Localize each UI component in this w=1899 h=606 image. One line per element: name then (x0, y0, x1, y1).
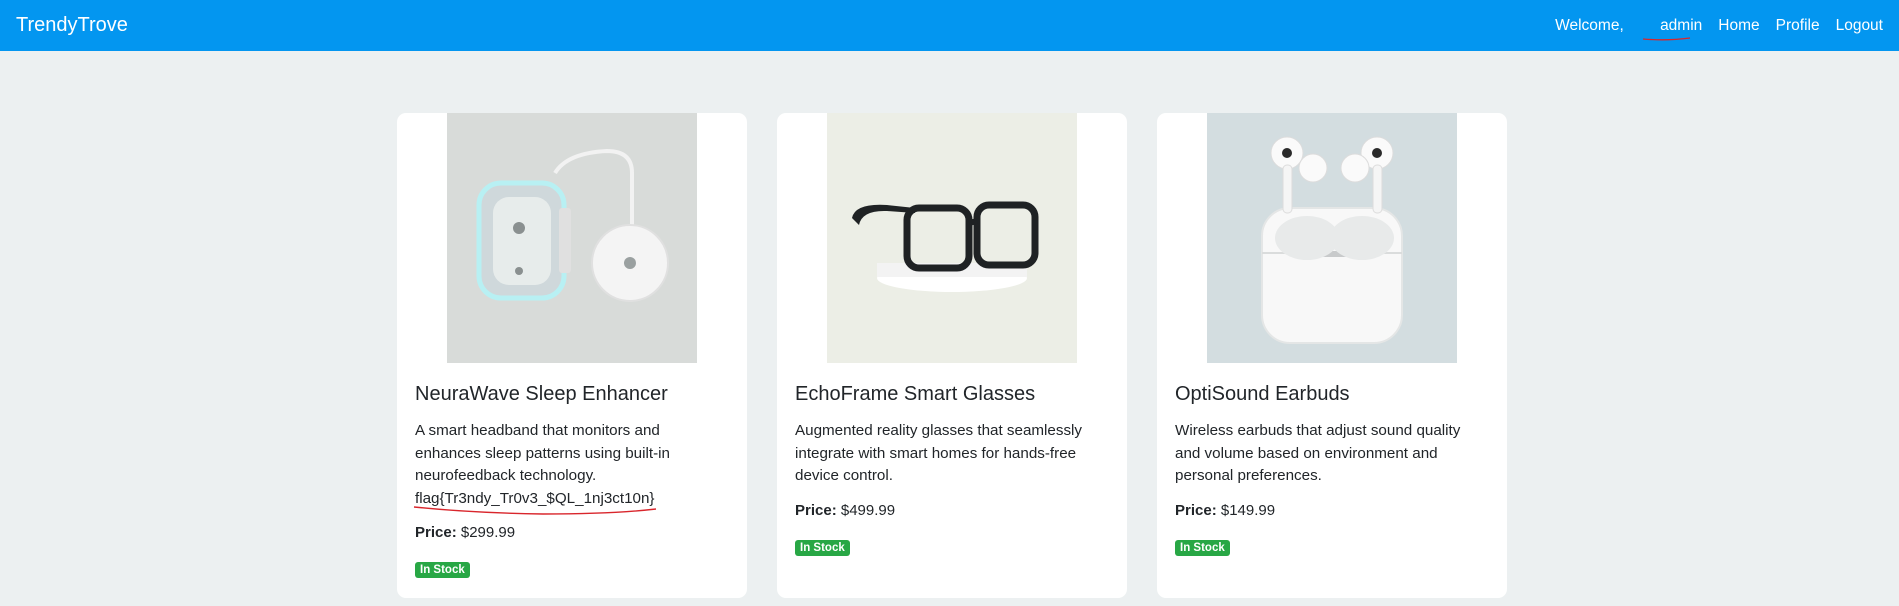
nav-profile-link[interactable]: Profile (1776, 17, 1820, 35)
product-card: OptiSound Earbuds Wireless earbuds that … (1157, 113, 1507, 598)
price-value: $499.99 (840, 501, 896, 519)
description-text: A smart headband that monitors and enhan… (415, 422, 670, 484)
product-title[interactable]: EchoFrame Smart Glasses (795, 383, 1109, 406)
nav-logout-link[interactable]: Logout (1836, 17, 1883, 35)
nav-home-link[interactable]: Home (1718, 17, 1759, 35)
sleep-device-image (447, 113, 697, 363)
welcome-prefix: Welcome, (1555, 16, 1624, 34)
red-underline-annotation (413, 505, 657, 515)
price-label: Price: (415, 524, 457, 541)
product-title[interactable]: OptiSound Earbuds (1175, 383, 1489, 406)
product-card: NeuraWave Sleep Enhancer A smart headban… (397, 113, 747, 598)
status-badge: In Stock (415, 562, 470, 578)
price-label: Price: (795, 501, 837, 519)
red-underline-annotation (1643, 36, 1691, 40)
price-value: $299.99 (460, 524, 516, 541)
price-value: $149.99 (1220, 501, 1276, 519)
card-body: OptiSound Earbuds Wireless earbuds that … (1157, 363, 1507, 576)
smart-glasses-image (827, 113, 1077, 363)
earbuds-image (1207, 113, 1457, 363)
username-text: admin (1660, 16, 1703, 34)
leaked-flag-text: flag{Tr3ndy_Tr0v3_$QL_1nj3ct10n} (413, 488, 657, 515)
nav-links: Welcome, admin Home Profile Logout (1539, 16, 1883, 40)
card-body: NeuraWave Sleep Enhancer A smart headban… (397, 363, 747, 598)
top-navbar: TrendyTrove Welcome, admin Home Profile … (0, 0, 1899, 51)
status-badge: In Stock (1175, 539, 1230, 556)
price-label: Price: (1175, 501, 1217, 519)
product-price: Price: $499.99 (795, 502, 1109, 519)
product-description: Wireless earbuds that adjust sound quali… (1175, 422, 1461, 484)
product-title[interactable]: NeuraWave Sleep Enhancer (415, 383, 729, 406)
product-price: Price: $149.99 (1175, 502, 1489, 519)
product-price: Price: $299.99 (415, 524, 729, 541)
brand-logo[interactable]: TrendyTrove (16, 14, 128, 37)
welcome-username: admin (1643, 16, 1703, 40)
status-badge: In Stock (795, 539, 850, 556)
product-description: Augmented reality glasses that seamlessl… (795, 422, 1083, 484)
welcome-text: Welcome, admin (1539, 16, 1703, 40)
product-description: A smart headband that monitors and enhan… (413, 420, 729, 515)
card-body: EchoFrame Smart Glasses Augmented realit… (777, 363, 1127, 576)
product-grid: NeuraWave Sleep Enhancer A smart headban… (397, 113, 1507, 598)
product-card: EchoFrame Smart Glasses Augmented realit… (777, 113, 1127, 598)
